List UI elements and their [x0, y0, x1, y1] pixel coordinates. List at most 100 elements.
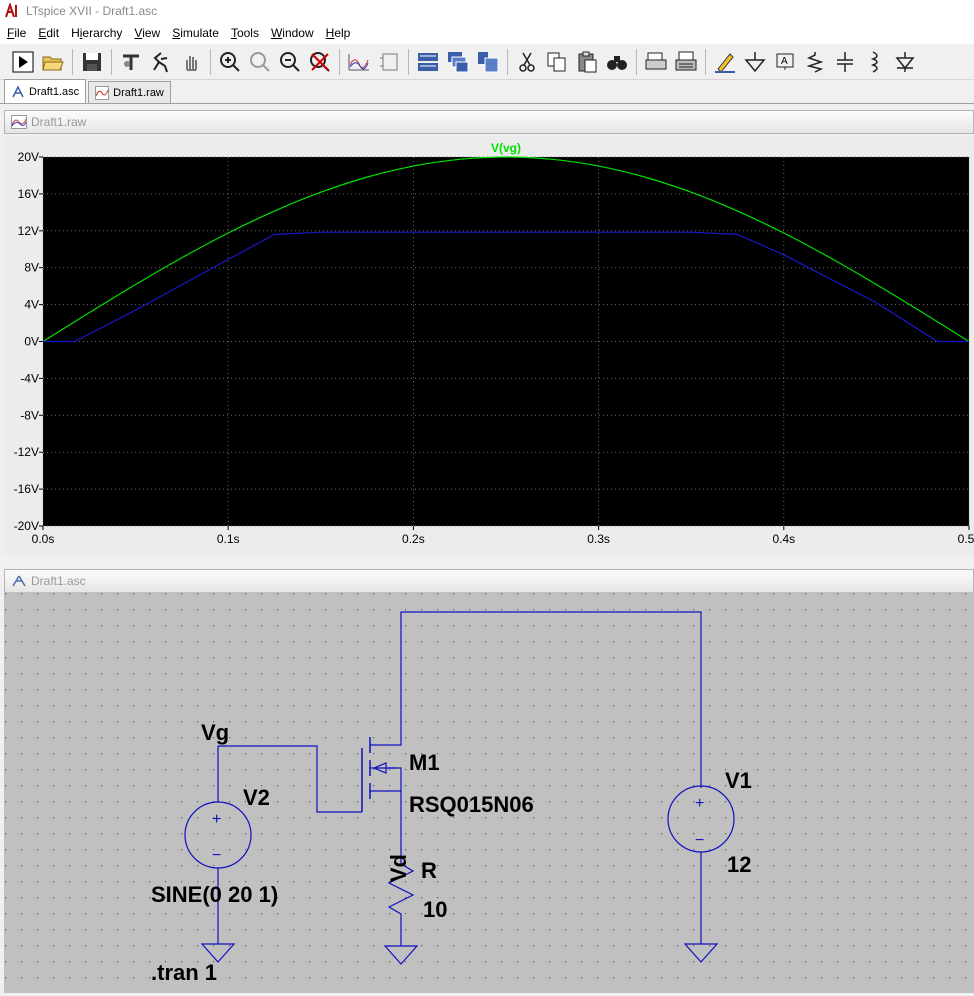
toolbar-separator	[210, 48, 211, 75]
menu-item-hierarchy[interactable]: Hierarchy	[66, 26, 127, 40]
menu-item-edit[interactable]: Edit	[33, 26, 64, 40]
label-net-button[interactable]: A	[770, 47, 800, 77]
zoom-in-button[interactable]	[215, 47, 245, 77]
open-button[interactable]	[38, 47, 68, 77]
schematic-icon	[380, 53, 398, 70]
waveform-window-icon	[11, 115, 27, 129]
y-tick-label: 12V	[18, 224, 39, 238]
cascade-button[interactable]	[443, 47, 473, 77]
menu-item-tools[interactable]: Tools	[226, 26, 264, 40]
x-tick-label: 0.0s	[32, 532, 55, 546]
r-value[interactable]: 10	[423, 897, 447, 922]
menu-item-file[interactable]: File	[2, 26, 31, 40]
schematic-canvas[interactable]: + − + − Vg V2 SINE(0 20 1) M1 RSQ015N06 …	[4, 592, 974, 993]
toolbar-separator	[408, 48, 409, 75]
find-button[interactable]	[602, 47, 632, 77]
series-label[interactable]: V(vg)	[491, 141, 521, 155]
v1-name[interactable]: V1	[725, 768, 752, 793]
find-icon	[607, 55, 627, 70]
waveform-viewer[interactable]: 20V 16V 12V 8V 4V 0V -4V -8V -12V -16V -20V 0.0s 0.1…	[4, 136, 974, 555]
run-button[interactable]	[8, 47, 38, 77]
autorange-button[interactable]	[344, 47, 374, 77]
r-name[interactable]: R	[421, 858, 437, 883]
window-divider	[0, 555, 974, 567]
plot-area[interactable]	[43, 157, 969, 526]
diode-button[interactable]	[890, 47, 920, 77]
copy-icon	[547, 52, 566, 71]
m1-name[interactable]: M1	[409, 750, 440, 775]
toolbar-separator	[507, 48, 508, 75]
menu-bar: File Edit Hierarchy View Simulate Tools Window…	[0, 22, 974, 44]
halt-button[interactable]	[146, 47, 176, 77]
tab-draft1-raw[interactable]: Draft1.raw	[88, 81, 171, 103]
y-tick-label: 0V	[24, 335, 39, 349]
x-tick-label: 0.5s	[958, 532, 974, 546]
net-label-vg[interactable]: Vg	[201, 720, 229, 745]
waveform-tab-icon	[95, 85, 110, 100]
control-panel-button[interactable]	[116, 47, 146, 77]
y-tick-label: 4V	[24, 298, 39, 312]
zoom-out-button[interactable]	[275, 47, 305, 77]
y-tick-label: -20V	[14, 519, 39, 533]
label-net-icon: A	[776, 53, 794, 70]
draw-wire-button[interactable]	[710, 47, 740, 77]
title-bar: LTspice XVII - Draft1.asc	[0, 0, 974, 22]
open-icon	[42, 56, 64, 70]
menu-item-window[interactable]: Window	[266, 26, 319, 40]
toolbar: A	[0, 44, 974, 80]
halt-icon	[153, 51, 168, 72]
x-tick-label: 0.4s	[772, 532, 795, 546]
schematic-window-titlebar[interactable]: Draft1.asc	[4, 569, 974, 593]
schematic-editor[interactable]: + − + − Vg V2 SINE(0 20 1) M1 RSQ015N06 …	[4, 592, 974, 993]
copy-button[interactable]	[542, 47, 572, 77]
schematic-tab-icon	[12, 84, 24, 97]
waveform-plot[interactable]: 20V 16V 12V 8V 4V 0V -4V -8V -12V -16V -20V0.0s 0.1…	[4, 136, 974, 555]
v1-minus-sign: −	[695, 832, 704, 849]
tab-draft1-asc[interactable]: Draft1.asc	[4, 79, 87, 103]
save-icon	[83, 52, 101, 71]
control-panel-icon	[123, 54, 139, 70]
save-button[interactable]	[77, 47, 107, 77]
tile-horizontal-button[interactable]	[413, 47, 443, 77]
schematic-button[interactable]	[374, 47, 404, 77]
net-label-vd[interactable]: Vd	[386, 854, 411, 882]
menu-item-view[interactable]: View	[129, 26, 165, 40]
v2-minus-sign: −	[212, 847, 221, 864]
print-button[interactable]	[671, 47, 701, 77]
zoom-cancel-button[interactable]	[305, 47, 335, 77]
inductor-button[interactable]	[860, 47, 890, 77]
menu-item-simulate[interactable]: Simulate	[167, 26, 224, 40]
toolbar-separator	[636, 48, 637, 75]
capacitor-button[interactable]	[830, 47, 860, 77]
x-tick-label: 0.1s	[217, 532, 240, 546]
print-preview-button[interactable]	[641, 47, 671, 77]
pan-button[interactable]	[176, 47, 206, 77]
resistor-icon	[806, 51, 824, 73]
zoom-cancel-icon	[310, 51, 330, 72]
capacitor-icon	[837, 51, 853, 72]
toolbar-separator	[339, 48, 340, 75]
cut-icon	[519, 52, 535, 72]
y-tick-label: 16V	[18, 187, 39, 201]
y-tick-label: -4V	[20, 371, 39, 385]
zoom-in-icon	[220, 51, 240, 72]
window-title: LTspice XVII - Draft1.asc	[26, 4, 158, 18]
spice-directive[interactable]: .tran 1	[151, 960, 217, 985]
paste-button[interactable]	[572, 47, 602, 77]
plot-window-titlebar[interactable]: Draft1.raw	[4, 110, 974, 134]
tile-vertical-button[interactable]	[473, 47, 503, 77]
v2-name[interactable]: V2	[243, 785, 270, 810]
zoom-fit-button[interactable]	[245, 47, 275, 77]
menu-item-help[interactable]: Help	[321, 26, 356, 40]
v1-value[interactable]: 12	[727, 852, 751, 877]
y-tick-label: 8V	[24, 261, 39, 275]
m1-model[interactable]: RSQ015N06	[409, 792, 534, 817]
ground-button[interactable]	[740, 47, 770, 77]
tile-vertical-icon	[478, 51, 499, 72]
v2-value[interactable]: SINE(0 20 1)	[151, 882, 278, 907]
cut-button[interactable]	[512, 47, 542, 77]
zoom-out-icon	[280, 51, 300, 72]
y-tick-label: -12V	[14, 445, 39, 459]
resistor-button[interactable]	[800, 47, 830, 77]
toolbar-separator	[111, 48, 112, 75]
